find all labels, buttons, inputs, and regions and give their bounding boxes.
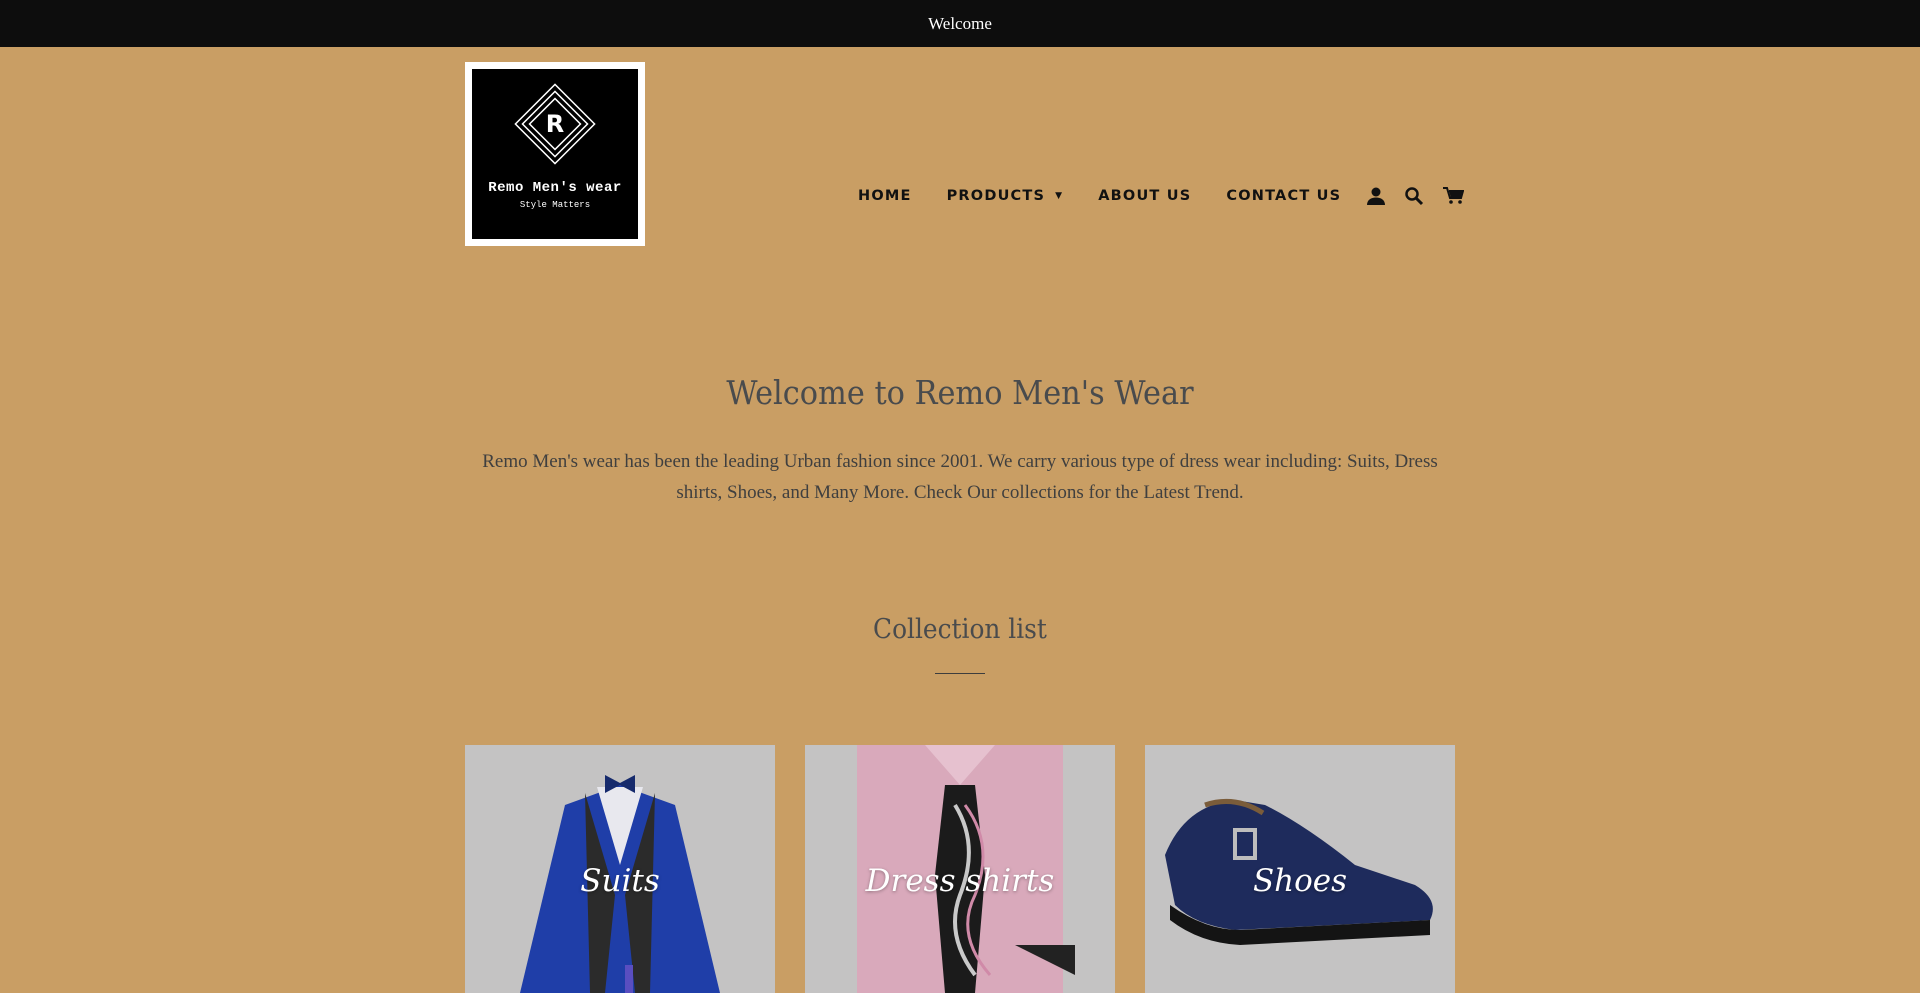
main-nav: HOME PRODUCTS ▼ ABOUT US CONTACT US <box>858 186 1482 206</box>
account-icon[interactable] <box>1366 186 1386 206</box>
nav-products[interactable]: PRODUCTS ▼ <box>947 188 1064 204</box>
site-header: R Remo Men's wear Style Matters HOME PRO… <box>0 47 1920 262</box>
announcement-text: Welcome <box>928 13 992 33</box>
nav-products-label: PRODUCTS <box>946 188 1046 204</box>
collection-title: Collection list <box>873 614 1047 645</box>
collection-card-suits[interactable]: Suits <box>465 745 775 993</box>
announcement-bar: Welcome <box>0 0 1920 47</box>
search-icon[interactable] <box>1404 186 1424 206</box>
title-divider <box>935 673 985 674</box>
logo-letter: R <box>546 110 564 138</box>
nav-about-us[interactable]: ABOUT US <box>1098 188 1191 204</box>
collection-card-shoes[interactable]: Shoes <box>1145 745 1455 993</box>
cart-icon[interactable] <box>1442 186 1465 206</box>
collection-card-dress-shirts[interactable]: Dress shirts <box>805 745 1115 993</box>
nav-home[interactable]: HOME <box>858 188 912 204</box>
logo[interactable]: R Remo Men's wear Style Matters <box>465 62 645 246</box>
logo-tagline: Style Matters <box>519 200 591 210</box>
card-label-suits: Suits <box>580 863 660 899</box>
page-title: Welcome to Remo Men's Wear <box>726 373 1194 412</box>
nav-contact-us[interactable]: CONTACT US <box>1226 188 1341 204</box>
intro-text: Remo Men's wear has been the leading Urb… <box>482 451 1438 503</box>
logo-mark: R <box>510 79 600 174</box>
logo-name: Remo Men's wear <box>488 180 622 196</box>
logo-panel: R Remo Men's wear Style Matters <box>472 69 638 239</box>
card-label-shoes: Shoes <box>1252 863 1348 899</box>
collection-grid: Suits Dress shirts Shoes <box>465 745 1455 993</box>
chevron-down-icon: ▼ <box>1055 191 1064 201</box>
card-label-dress-shirts: Dress shirts <box>865 863 1055 899</box>
